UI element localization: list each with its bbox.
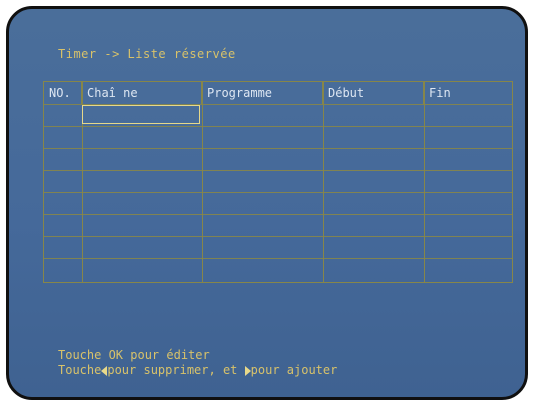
column-divider [323,82,324,282]
help-line-arrows: Touche pour supprimer, et pour ajouter [58,363,337,378]
selection-cursor-cell[interactable] [82,105,200,124]
row-divider [44,192,512,193]
help-text: Touche OK pour éditer Touche pour supprim… [58,348,337,378]
row-divider [44,258,512,259]
column-header-end: Fin [429,86,451,100]
column-header-start: Début [323,82,424,104]
column-header-no: NO. [44,82,82,104]
row-divider [44,148,512,149]
column-divider [202,82,203,282]
help-touche-label: Touche [58,363,102,377]
row-divider [44,126,512,127]
help-add-label: pour ajouter [250,363,338,377]
column-divider [424,82,425,282]
column-header-program: Programme [202,82,323,104]
tv-osd-screen: Timer -> Liste réservée NO. Chaî ne Prog… [6,6,528,400]
help-line-ok: Touche OK pour éditer [58,348,210,362]
row-divider [44,170,512,171]
page-title: Timer -> Liste réservée [58,47,236,61]
row-divider [44,236,512,237]
reservation-table: NO. Chaî ne Programme Début Fin [43,81,513,283]
row-divider [44,214,512,215]
column-header-channel: Chaî ne [82,82,202,104]
help-delete-label: pour supprimer, et [107,363,245,377]
